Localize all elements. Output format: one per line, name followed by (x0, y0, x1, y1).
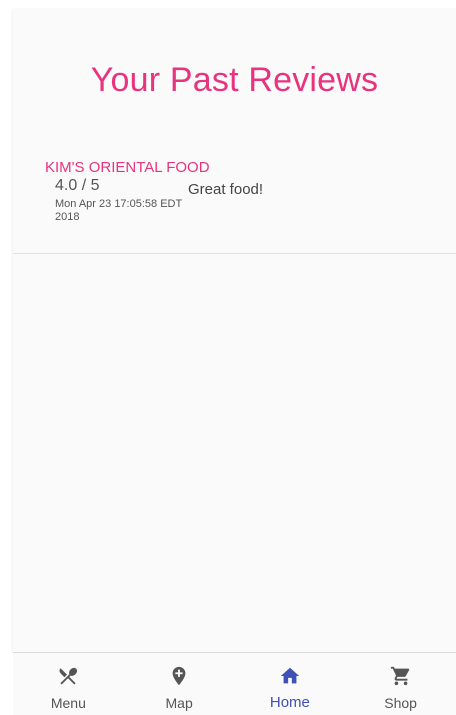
nav-label-home: Home (269, 694, 310, 711)
bottom-navigation: Menu Map Home Shop (13, 652, 456, 715)
home-icon (280, 667, 300, 684)
review-card[interactable]: KIM'S ORIENTAL FOOD 4.0 / 5 Mon Apr 23 1… (13, 147, 456, 254)
nav-label-map: Map (165, 695, 193, 711)
reviews-panel: Your Past Reviews KIM'S ORIENTAL FOOD 4.… (13, 9, 456, 652)
nav-item-menu[interactable]: Menu (13, 653, 124, 715)
app-screen: Your Past Reviews KIM'S ORIENTAL FOOD 4.… (0, 0, 456, 715)
map-pin-icon (172, 666, 186, 686)
review-rating: 4.0 / 5 (55, 177, 100, 194)
cart-icon (390, 666, 409, 686)
review-text: Great food! (188, 181, 264, 198)
review-date: Mon Apr 23 17:05:58 EDT 2018 (55, 198, 182, 223)
nav-label-menu: Menu (50, 695, 86, 711)
nav-item-home[interactable]: Home (235, 653, 346, 715)
nav-label-shop: Shop (384, 695, 417, 711)
fork-knife-icon (59, 667, 78, 685)
nav-item-map[interactable]: Map (124, 653, 235, 715)
nav-item-shop[interactable]: Shop (345, 653, 456, 715)
restaurant-name: KIM'S ORIENTAL FOOD (45, 159, 210, 176)
page-title: Your Past Reviews (90, 61, 379, 99)
